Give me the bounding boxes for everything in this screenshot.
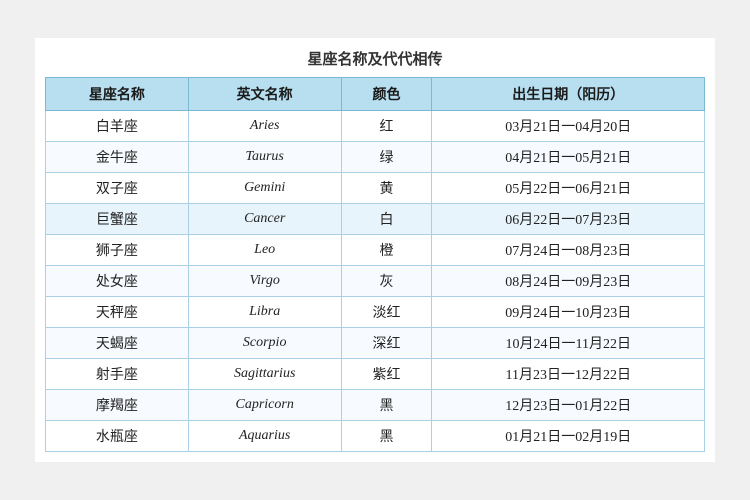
cell-chinese: 射手座 — [46, 359, 189, 390]
cell-chinese: 天秤座 — [46, 297, 189, 328]
cell-dates: 11月23日一12月22日 — [432, 359, 705, 390]
cell-dates: 04月21日一05月21日 — [432, 142, 705, 173]
cell-dates: 12月23日一01月22日 — [432, 390, 705, 421]
cell-color: 灰 — [341, 266, 432, 297]
cell-english: Libra — [188, 297, 341, 328]
cell-chinese: 巨蟹座 — [46, 204, 189, 235]
table-row: 金牛座Taurus绿04月21日一05月21日 — [46, 142, 705, 173]
cell-dates: 08月24日一09月23日 — [432, 266, 705, 297]
cell-color: 红 — [341, 111, 432, 142]
cell-dates: 01月21日一02月19日 — [432, 421, 705, 452]
table-row: 水瓶座Aquarius黑01月21日一02月19日 — [46, 421, 705, 452]
cell-color: 白 — [341, 204, 432, 235]
cell-english: Aquarius — [188, 421, 341, 452]
cell-color: 黑 — [341, 390, 432, 421]
cell-dates: 10月24日一11月22日 — [432, 328, 705, 359]
page-title: 星座名称及代代相传 — [45, 48, 705, 69]
table-row: 狮子座Leo橙07月24日一08月23日 — [46, 235, 705, 266]
cell-english: Cancer — [188, 204, 341, 235]
cell-dates: 05月22日一06月21日 — [432, 173, 705, 204]
cell-color: 橙 — [341, 235, 432, 266]
cell-chinese: 双子座 — [46, 173, 189, 204]
main-container: 星座名称及代代相传 星座名称 英文名称 颜色 出生日期（阳历） 白羊座Aries… — [35, 38, 715, 462]
table-row: 处女座Virgo灰08月24日一09月23日 — [46, 266, 705, 297]
cell-dates: 07月24日一08月23日 — [432, 235, 705, 266]
cell-chinese: 狮子座 — [46, 235, 189, 266]
cell-dates: 06月22日一07月23日 — [432, 204, 705, 235]
cell-color: 绿 — [341, 142, 432, 173]
cell-english: Taurus — [188, 142, 341, 173]
table-row: 巨蟹座Cancer白06月22日一07月23日 — [46, 204, 705, 235]
cell-dates: 03月21日一04月20日 — [432, 111, 705, 142]
cell-english: Gemini — [188, 173, 341, 204]
cell-chinese: 白羊座 — [46, 111, 189, 142]
cell-color: 深红 — [341, 328, 432, 359]
table-row: 摩羯座Capricorn黑12月23日一01月22日 — [46, 390, 705, 421]
table-row: 白羊座Aries红03月21日一04月20日 — [46, 111, 705, 142]
table-row: 射手座Sagittarius紫红11月23日一12月22日 — [46, 359, 705, 390]
zodiac-table: 星座名称 英文名称 颜色 出生日期（阳历） 白羊座Aries红03月21日一04… — [45, 77, 705, 452]
cell-english: Aries — [188, 111, 341, 142]
header-dates: 出生日期（阳历） — [432, 78, 705, 111]
table-row: 天秤座Libra淡红09月24日一10月23日 — [46, 297, 705, 328]
cell-dates: 09月24日一10月23日 — [432, 297, 705, 328]
cell-english: Capricorn — [188, 390, 341, 421]
cell-color: 紫红 — [341, 359, 432, 390]
cell-chinese: 金牛座 — [46, 142, 189, 173]
header-color: 颜色 — [341, 78, 432, 111]
cell-english: Leo — [188, 235, 341, 266]
cell-chinese: 处女座 — [46, 266, 189, 297]
cell-color: 黄 — [341, 173, 432, 204]
table-row: 天蝎座Scorpio深红10月24日一11月22日 — [46, 328, 705, 359]
cell-color: 黑 — [341, 421, 432, 452]
table-header-row: 星座名称 英文名称 颜色 出生日期（阳历） — [46, 78, 705, 111]
header-chinese: 星座名称 — [46, 78, 189, 111]
header-english: 英文名称 — [188, 78, 341, 111]
cell-english: Sagittarius — [188, 359, 341, 390]
cell-english: Scorpio — [188, 328, 341, 359]
table-row: 双子座Gemini黄05月22日一06月21日 — [46, 173, 705, 204]
cell-chinese: 水瓶座 — [46, 421, 189, 452]
cell-color: 淡红 — [341, 297, 432, 328]
cell-english: Virgo — [188, 266, 341, 297]
cell-chinese: 摩羯座 — [46, 390, 189, 421]
cell-chinese: 天蝎座 — [46, 328, 189, 359]
